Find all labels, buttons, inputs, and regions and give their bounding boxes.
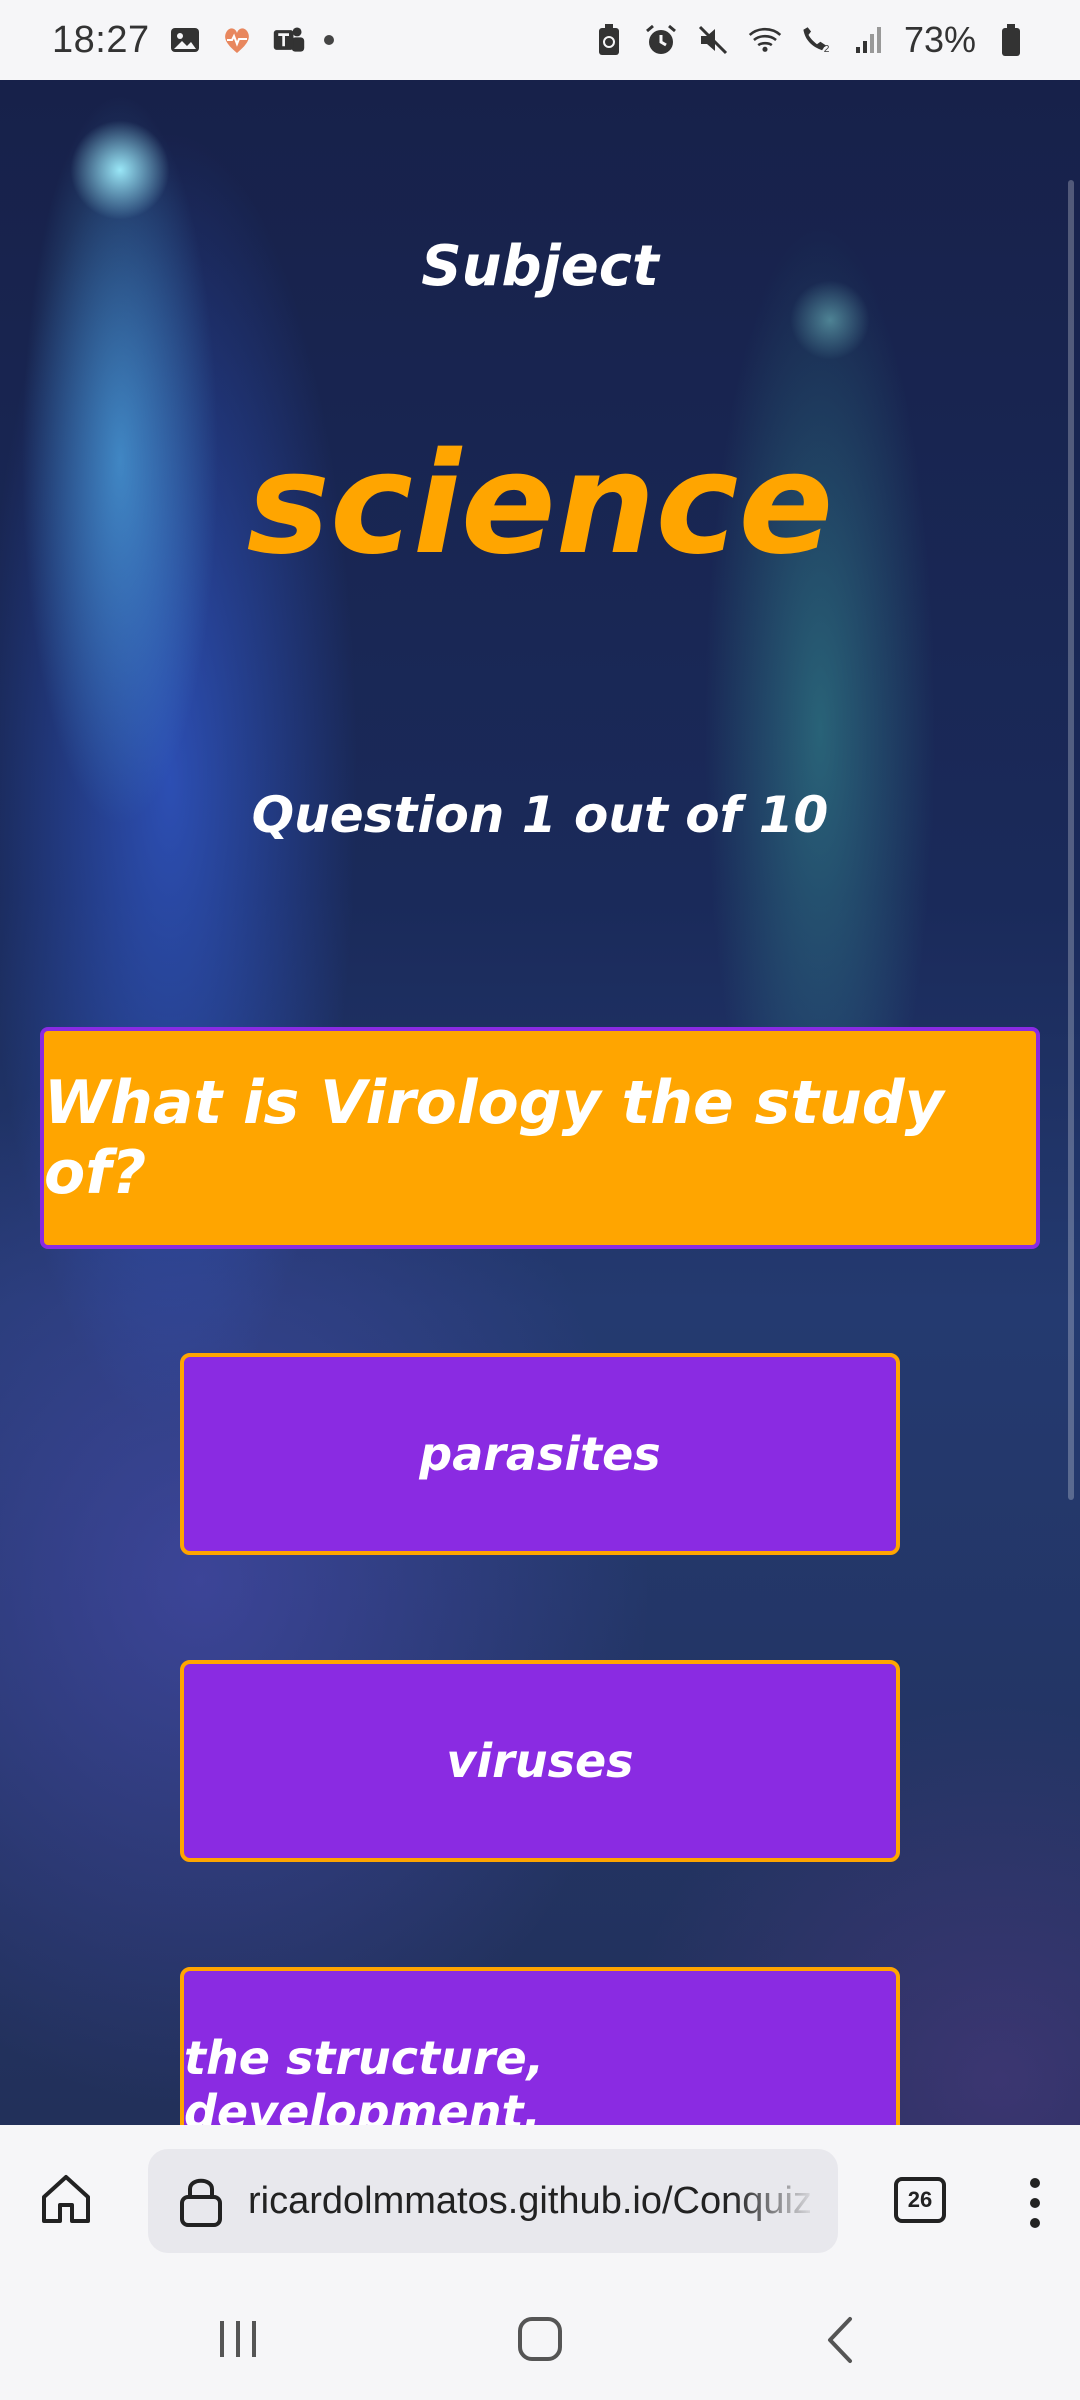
battery-icon [994, 23, 1028, 57]
spotlight-left [70, 120, 170, 220]
health-heart-icon [220, 23, 254, 57]
wifi-calling-icon: 2 [800, 23, 834, 57]
answer-label: parasites [419, 1427, 661, 1481]
tab-count: 26 [907, 2187, 933, 2212]
answer-button-3[interactable]: the structure, development, [180, 1967, 900, 2125]
answer-label: the structure, development, [184, 2031, 545, 2125]
lock-icon [180, 2178, 222, 2227]
answer-label: viruses [446, 1734, 634, 1788]
recent-apps-icon [220, 2321, 256, 2357]
quiz-stage: Subject science Question 1 out of 10 Wha… [0, 80, 1080, 2125]
status-bar: 18:27 2 73% [0, 0, 1080, 80]
more-menu-button[interactable] [1020, 2173, 1050, 2233]
signal-icon [852, 23, 886, 57]
wifi-icon [748, 23, 782, 57]
gallery-icon [168, 23, 202, 57]
answer-button-1[interactable]: parasites [180, 1353, 900, 1555]
question-text: What is Virology the study of? [44, 1068, 944, 1208]
nav-back-button[interactable] [822, 2315, 856, 2365]
subject-value: science [246, 423, 834, 586]
tabs-button[interactable]: 26 [894, 2177, 946, 2223]
alarm-icon [644, 23, 678, 57]
notification-dot-icon [323, 35, 334, 45]
answer-button-2[interactable]: viruses [180, 1660, 900, 1862]
browser-toolbar: ricardolmmatos.github.io/Conquiz 26 [0, 2125, 1080, 2275]
svg-text:2: 2 [824, 44, 830, 55]
status-time: 18:27 [52, 18, 150, 61]
battery-percent: 73% [903, 19, 976, 60]
question-counter: Question 1 out of 10 [251, 786, 829, 844]
system-navigation-bar [0, 2275, 1080, 2400]
question-box: What is Virology the study of? [40, 1027, 1040, 1249]
more-vertical-icon [1030, 2178, 1040, 2228]
nav-home-icon [518, 2317, 562, 2361]
recent-apps-button[interactable] [214, 2317, 262, 2361]
mute-icon [696, 23, 730, 57]
teams-icon [272, 23, 306, 57]
back-icon [828, 2317, 852, 2363]
battery-saver-icon [592, 23, 626, 57]
subject-label: Subject [421, 234, 659, 299]
home-icon [42, 2175, 90, 2223]
home-button[interactable] [36, 2169, 96, 2229]
nav-home-button[interactable] [516, 2315, 564, 2363]
address-bar[interactable]: ricardolmmatos.github.io/Conquiz [148, 2149, 838, 2253]
url-text: ricardolmmatos.github.io/Conquiz [248, 2179, 812, 2222]
